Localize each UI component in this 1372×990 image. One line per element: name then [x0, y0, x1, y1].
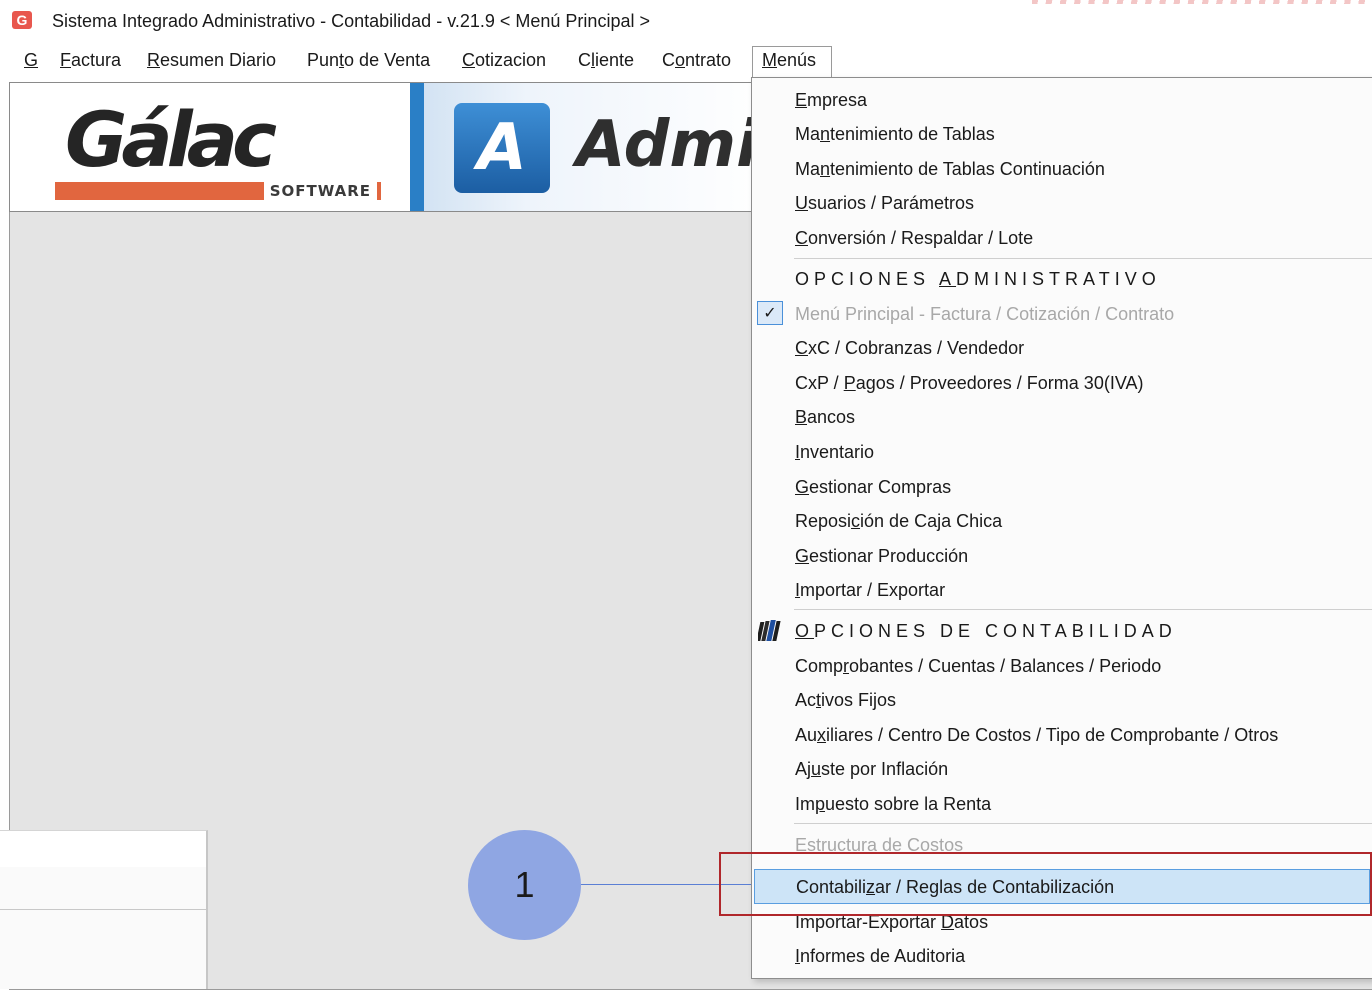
menu-item-activos-fijos[interactable]: Activos Fijos: [752, 684, 1372, 716]
galac-logo-text: Gálac: [65, 95, 277, 184]
product-name: Admi: [576, 108, 758, 182]
menu-item-auxiliares[interactable]: Auxiliares / Centro De Costos / Tipo de …: [752, 719, 1372, 751]
menu-item-mantenimiento-tablas-continuacion[interactable]: Mantenimiento de Tablas Continuación: [752, 153, 1372, 185]
menu-item-usuarios-parametros[interactable]: Usuarios / Parámetros: [752, 187, 1372, 219]
menus-dropdown: Empresa Mantenimiento de Tablas Mantenim…: [751, 77, 1372, 979]
product-banner: A Admi: [410, 83, 767, 211]
menu-item-gestionar-compras[interactable]: Gestionar Compras: [752, 471, 1372, 503]
callout-step-badge: 1: [468, 830, 581, 940]
menu-item-reposicion-caja-chica[interactable]: Reposición de Caja Chica: [752, 505, 1372, 537]
menu-item-gestionar-produccion[interactable]: Gestionar Producción: [752, 540, 1372, 572]
checkmark-icon: ✓: [757, 301, 783, 325]
menu-item-importar-exportar-datos[interactable]: Importar-Exportar Datos: [752, 906, 1372, 938]
menu-resumen-diario[interactable]: Resumen Diario: [147, 49, 276, 71]
menu-header-opciones-administrativo[interactable]: OPCIONES ADMINISTRATIVO: [752, 263, 1372, 295]
menu-item-importar-exportar[interactable]: Importar / Exportar: [752, 574, 1372, 606]
panel-header-row: [0, 831, 206, 867]
menu-header-opciones-contabilidad[interactable]: OPCIONES DE CONTABILIDAD: [752, 615, 1372, 647]
menu-contrato[interactable]: Contrato: [662, 49, 731, 71]
menu-punto-de-venta[interactable]: Punto de Venta: [307, 49, 430, 71]
galac-logo: Gálac SOFTWARE: [55, 97, 385, 201]
menu-factura[interactable]: Factura: [60, 49, 121, 71]
menu-separator: [794, 258, 1372, 259]
menu-item-cxp-pagos[interactable]: CxP / Pagos / Proveedores / Forma 30(IVA…: [752, 367, 1372, 399]
menu-item-bancos[interactable]: Bancos: [752, 401, 1372, 433]
background-window-panel: [0, 830, 208, 989]
menu-item-empresa[interactable]: Empresa: [752, 84, 1372, 116]
menu-item-contabilizar-reglas[interactable]: Contabilizar / Reglas de Contabilización: [754, 869, 1370, 904]
menu-item-estructura-de-costos: Estructura de Costos: [795, 835, 964, 855]
app-banner: Gálac SOFTWARE A Admi: [9, 82, 767, 212]
administrativo-logo-icon: A: [454, 103, 550, 193]
callout-connector-line: [581, 884, 756, 885]
menu-item-inventario[interactable]: Inventario: [752, 436, 1372, 468]
menu-item-informes-de-auditoria[interactable]: Informes de Auditoria: [752, 940, 1372, 972]
menu-g[interactable]: G: [24, 49, 38, 71]
menu-item-ajuste-por-inflacion[interactable]: Ajuste por Inflación: [752, 753, 1372, 785]
title-bar: G Sistema Integrado Administrativo - Con…: [0, 0, 1372, 42]
menu-item-menu-principal: ✓ Menú Principal - Factura / Cotización …: [752, 298, 1372, 330]
menu-item-mantenimiento-tablas[interactable]: Mantenimiento de Tablas: [752, 118, 1372, 150]
menu-cotizacion[interactable]: Cotizacion: [462, 49, 546, 71]
galac-app-icon[interactable]: G: [12, 11, 32, 29]
menu-separator: [794, 823, 1372, 824]
menu-item-conversion-respaldar-lote[interactable]: Conversión / Respaldar / Lote: [752, 222, 1372, 254]
galac-logo-subtitle: SOFTWARE: [263, 182, 377, 200]
menu-separator: [794, 609, 1372, 610]
menu-item-impuesto-sobre-la-renta[interactable]: Impuesto sobre la Renta: [752, 788, 1372, 820]
menu-item-comprobantes-cuentas[interactable]: Comprobantes / Cuentas / Balances / Peri…: [752, 650, 1372, 682]
window-title: Sistema Integrado Administrativo - Conta…: [52, 11, 650, 31]
menu-menus[interactable]: Menús: [762, 49, 816, 71]
title-decoration: [1032, 0, 1372, 4]
menu-cliente[interactable]: Cliente: [578, 49, 634, 71]
panel-divider: [0, 909, 206, 910]
galac-logo-bar: SOFTWARE: [55, 182, 381, 200]
menu-bar: G Factura Resumen Diario Punto de Venta …: [0, 42, 1372, 79]
menu-item-cxc-cobranzas[interactable]: CxC / Cobranzas / Vendedor: [752, 332, 1372, 364]
accounting-books-icon: [756, 619, 784, 643]
